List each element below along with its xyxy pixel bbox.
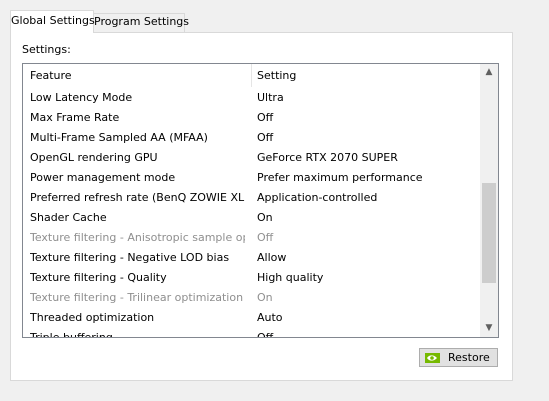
table-row[interactable]: Max Frame Rate Off	[23, 108, 479, 128]
feature-cell: Threaded optimization	[30, 311, 155, 324]
vertical-scrollbar[interactable]: ▲ ▼	[480, 64, 498, 337]
feature-cell: Triple buffering	[30, 331, 245, 337]
setting-cell[interactable]: Off	[257, 231, 472, 244]
feature-cell: Multi-Frame Sampled AA (MFAA)	[30, 131, 208, 144]
restore-button[interactable]: Restore	[419, 348, 498, 367]
table-row[interactable]: Texture filtering - Trilinear optimizati…	[23, 288, 479, 308]
table-row[interactable]: Texture filtering - Quality High quality	[23, 268, 479, 288]
setting-cell[interactable]: Application-controlled	[257, 191, 472, 204]
feature-cell: Texture filtering - Anisotropic sample o…	[30, 231, 245, 244]
chevron-down-icon[interactable]: ▼	[480, 320, 498, 337]
nvidia-logo-icon	[425, 353, 440, 363]
nvidia-control-panel-settings: Global Settings Program Settings Setting…	[0, 0, 549, 401]
setting-cell[interactable]: GeForce RTX 2070 SUPER	[257, 151, 472, 164]
feature-cell: Shader Cache	[30, 211, 107, 224]
setting-cell[interactable]: Prefer maximum performance	[257, 171, 472, 184]
table-row[interactable]: Low Latency Mode Ultra	[23, 88, 479, 108]
table-row[interactable]: Threaded optimization Auto	[23, 308, 479, 328]
setting-cell[interactable]: Ultra	[257, 91, 472, 104]
setting-cell[interactable]: On	[257, 291, 472, 304]
tab-program-settings[interactable]: Program Settings	[94, 13, 189, 32]
setting-cell[interactable]: High quality	[257, 271, 472, 284]
feature-cell: Preferred refresh rate (BenQ ZOWIE XL L.…	[30, 191, 245, 204]
feature-cell: OpenGL rendering GPU	[30, 151, 158, 164]
settings-grid: Feature Setting Low Latency Mode Ultra Max…	[22, 63, 499, 338]
feature-cell: Texture filtering - Quality	[30, 271, 167, 284]
feature-cell: Texture filtering - Trilinear optimizati…	[30, 291, 244, 304]
setting-cell[interactable]: Allow	[257, 251, 472, 264]
chevron-up-icon[interactable]: ▲	[480, 64, 498, 81]
feature-cell: Power management mode	[30, 171, 176, 184]
settings-label: Settings:	[22, 43, 71, 56]
setting-cell[interactable]: Off	[257, 131, 472, 144]
table-row[interactable]: Texture filtering - Anisotropic sample o…	[23, 228, 479, 248]
setting-cell[interactable]: Off	[257, 111, 472, 124]
setting-cell[interactable]: On	[257, 211, 472, 224]
table-row[interactable]: Power management mode Prefer maximum perf…	[23, 168, 479, 188]
grid-header: Feature Setting	[23, 64, 479, 87]
table-row[interactable]: Shader Cache On	[23, 208, 479, 228]
table-row[interactable]: OpenGL rendering GPU GeForce RTX 2070 SUP…	[23, 148, 479, 168]
setting-cell[interactable]: Off	[257, 331, 472, 337]
column-header-feature[interactable]: Feature	[30, 69, 72, 82]
table-row[interactable]: Multi-Frame Sampled AA (MFAA) Off	[23, 128, 479, 148]
restore-button-label: Restore	[448, 351, 490, 364]
scrollbar-thumb[interactable]	[482, 183, 496, 283]
column-header-setting[interactable]: Setting	[257, 69, 296, 82]
table-row[interactable]: Triple buffering Off	[23, 328, 479, 337]
column-divider[interactable]	[251, 64, 252, 87]
grid-rows: Low Latency Mode Ultra Max Frame Rate Off Mu…	[23, 88, 479, 337]
table-row[interactable]: Texture filtering - Negative LOD bias All…	[23, 248, 479, 268]
tab-global-settings[interactable]: Global Settings	[10, 10, 95, 33]
table-row[interactable]: Preferred refresh rate (BenQ ZOWIE XL L.…	[23, 188, 479, 208]
feature-cell: Low Latency Mode	[30, 91, 133, 104]
feature-cell: Max Frame Rate	[30, 111, 120, 124]
setting-cell[interactable]: Auto	[257, 311, 472, 324]
feature-cell: Texture filtering - Negative LOD bias	[30, 251, 230, 264]
